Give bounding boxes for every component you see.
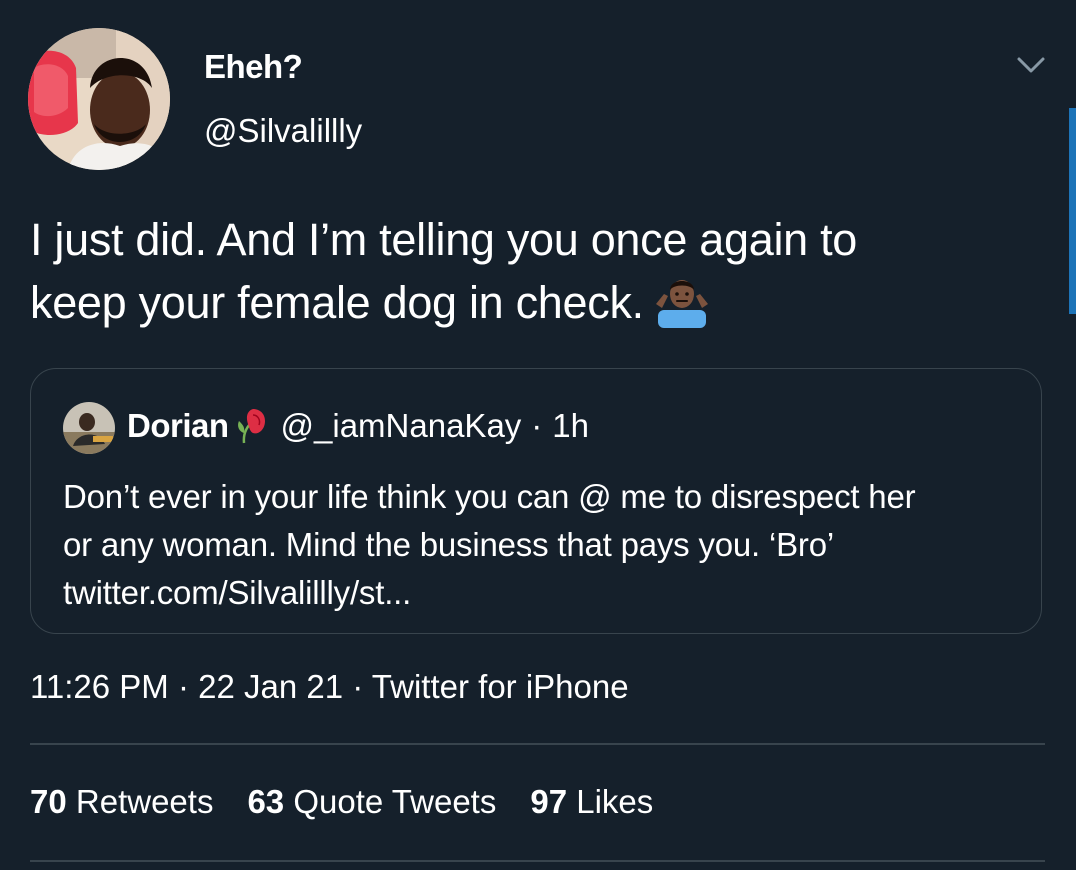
divider — [30, 860, 1045, 862]
quoted-tweet-header: Dorian @_iamNanaKay · 1h — [127, 407, 589, 445]
tweet-stats: 70 Retweets 63 Quote Tweets 97 Likes — [30, 783, 687, 821]
quoted-separator: · — [531, 407, 543, 444]
tweet-text: I just did. And I’m telling you once aga… — [30, 208, 1030, 334]
tweet-text-line-content: keep your female dog in check. — [30, 277, 644, 328]
likes-stat[interactable]: 97 Likes — [530, 783, 653, 821]
author-handle[interactable]: @Silvalillly — [204, 112, 362, 150]
retweets-count: 70 — [30, 783, 67, 820]
author-avatar[interactable] — [28, 28, 170, 170]
quoted-text-line: or any woman. Mind the business that pay… — [63, 526, 834, 563]
man-shrugging-emoji-icon — [654, 274, 710, 330]
quoted-display-name: Dorian — [127, 407, 229, 444]
likes-count: 97 — [530, 783, 568, 820]
quoted-time: 1h — [552, 407, 590, 444]
author-display-name[interactable]: Eheh? — [204, 48, 303, 86]
quoted-tweet-text: Don’t ever in your life think you can @ … — [63, 473, 1023, 617]
quoted-handle: @_iamNanaKay — [280, 407, 522, 444]
quote-tweets-count: 63 — [247, 783, 285, 820]
tweet-text-line: keep your female dog in check. — [30, 271, 1030, 334]
chevron-down-icon[interactable] — [1014, 52, 1048, 78]
scrollbar[interactable] — [1069, 108, 1076, 314]
quoted-tweet-card[interactable]: Dorian @_iamNanaKay · 1h Don’t ever in y… — [30, 368, 1042, 634]
likes-label: Likes — [576, 783, 654, 820]
quoted-tweet-link[interactable]: twitter.com/Silvalillly/st... — [63, 569, 1023, 617]
divider — [30, 743, 1045, 745]
quoted-author-avatar — [63, 402, 115, 454]
tweet-timestamp[interactable]: 11:26 PM · 22 Jan 21 · Twitter for iPhon… — [30, 668, 629, 706]
quoted-text-line: Don’t ever in your life think you can @ … — [63, 478, 916, 515]
tweet-text-line: I just did. And I’m telling you once aga… — [30, 214, 858, 265]
quote-tweets-label: Quote Tweets — [293, 783, 497, 820]
retweets-label: Retweets — [75, 783, 214, 820]
wilted-flower-icon — [235, 407, 269, 445]
retweets-stat[interactable]: 70 Retweets — [30, 783, 213, 821]
quote-tweets-stat[interactable]: 63 Quote Tweets — [247, 783, 496, 821]
